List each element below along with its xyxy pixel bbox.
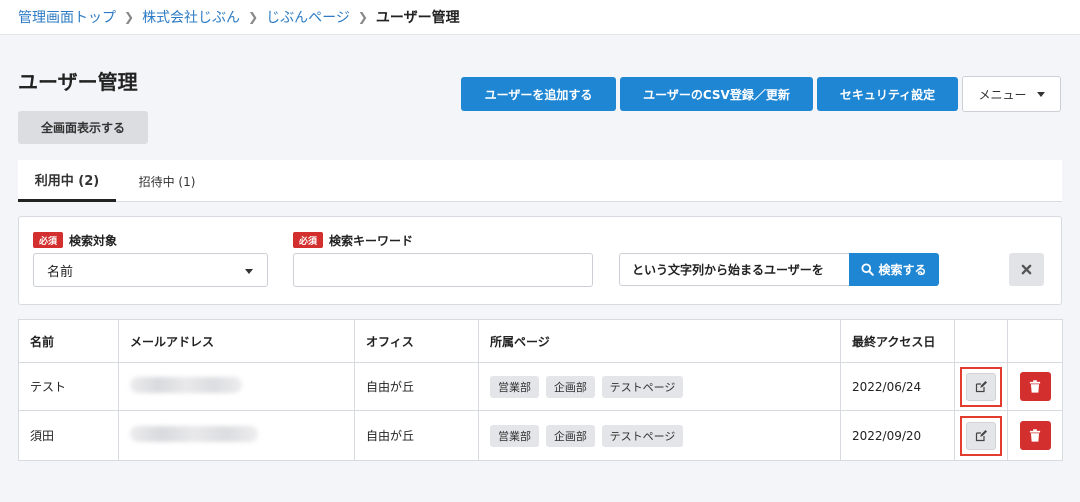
delete-cell	[1007, 410, 1063, 461]
clear-search-button[interactable]	[1009, 253, 1044, 286]
trash-icon	[1029, 380, 1041, 393]
blurred-email	[130, 426, 258, 442]
edit-highlight	[960, 415, 1002, 456]
edit-icon	[975, 380, 987, 392]
edit-highlight	[960, 366, 1002, 407]
table-header-row: 名前 メールアドレス オフィス 所属ページ 最終アクセス日	[18, 319, 1063, 363]
fullscreen-button[interactable]: 全画面表示する	[18, 111, 148, 144]
user-office-cell: 自由が丘	[354, 362, 479, 411]
chevron-right-icon: ❯	[357, 10, 368, 24]
page-tag[interactable]: テストページ	[601, 424, 684, 447]
edit-icon	[975, 429, 987, 441]
security-settings-button[interactable]: セキュリティ設定	[817, 77, 958, 111]
column-header-name: 名前	[18, 319, 119, 363]
caret-down-icon	[1036, 91, 1045, 97]
search-button-label: 検索する	[878, 263, 927, 277]
add-user-button[interactable]: ユーザーを追加する	[461, 77, 616, 111]
edit-cell	[954, 362, 1008, 411]
search-target-select[interactable]: 名前	[33, 253, 268, 287]
breadcrumb-item-admin-top[interactable]: 管理画面トップ	[18, 7, 116, 27]
close-icon	[1021, 264, 1032, 275]
edit-user-button[interactable]	[966, 372, 996, 401]
tab-active-users[interactable]: 利用中 (2)	[18, 160, 116, 202]
delete-cell	[1007, 362, 1063, 411]
breadcrumb-current: ユーザー管理	[375, 10, 460, 26]
breadcrumb-item-company[interactable]: 株式会社じぶん	[142, 7, 240, 27]
csv-import-button[interactable]: ユーザーのCSV登録／更新	[620, 77, 813, 111]
user-office-cell: 自由が丘	[354, 410, 479, 461]
table-row: テスト 自由が丘 営業部 企画部 テストページ 2022/06/24	[18, 362, 1063, 411]
user-name-cell: テスト	[18, 362, 119, 411]
chevron-right-icon: ❯	[124, 10, 135, 24]
table-row: 須田 自由が丘 営業部 企画部 テストページ 2022/09/20	[18, 410, 1063, 461]
column-header-last-access: 最終アクセス日	[840, 319, 955, 363]
caret-down-icon	[245, 269, 253, 274]
search-keyword-input[interactable]	[293, 253, 593, 287]
user-pages-cell: 営業部 企画部 テストページ	[478, 362, 841, 411]
column-header-email: メールアドレス	[118, 319, 355, 363]
delete-user-button[interactable]	[1019, 421, 1051, 450]
tab-invited-users[interactable]: 招待中 (1)	[122, 160, 212, 202]
search-keyword-label: 検索キーワード	[329, 234, 414, 248]
column-header-pages: 所属ページ	[478, 319, 841, 363]
menu-label: メニュー	[978, 87, 1027, 102]
user-last-access-cell: 2022/06/24	[840, 362, 955, 411]
page-tag[interactable]: 営業部	[490, 424, 539, 447]
page-title: ユーザー管理	[18, 70, 138, 94]
column-header-office: オフィス	[354, 319, 479, 363]
column-header-delete	[1007, 319, 1063, 363]
delete-user-button[interactable]	[1019, 372, 1051, 401]
menu-dropdown-button[interactable]: メニュー	[962, 76, 1061, 112]
user-email-cell	[118, 410, 355, 461]
required-badge: 必須	[293, 232, 323, 248]
user-last-access-cell: 2022/09/20	[840, 410, 955, 461]
user-pages-cell: 営業部 企画部 テストページ	[478, 410, 841, 461]
search-panel: 必須 検索対象 名前 必須 検索キーワード という文字列から始まるユーザーを 検…	[18, 216, 1062, 305]
chevron-right-icon: ❯	[248, 10, 259, 24]
search-target-label: 検索対象	[69, 234, 118, 248]
match-mode-label: という文字列から始まるユーザーを	[619, 253, 851, 286]
search-icon	[861, 263, 875, 276]
tab-bar: 利用中 (2) 招待中 (1)	[18, 160, 1062, 202]
page-tag[interactable]: 企画部	[545, 375, 595, 398]
search-button[interactable]: 検索する	[849, 253, 939, 286]
edit-cell	[954, 410, 1008, 461]
users-table: 名前 メールアドレス オフィス 所属ページ 最終アクセス日 テスト 自由が丘 営…	[18, 319, 1063, 461]
page-tag[interactable]: 企画部	[545, 424, 595, 447]
required-badge: 必須	[33, 232, 63, 248]
search-target-value: 名前	[47, 264, 74, 280]
blurred-email	[130, 377, 242, 393]
page-tag[interactable]: テストページ	[601, 375, 684, 398]
breadcrumb-item-page[interactable]: じぶんページ	[266, 7, 350, 27]
page-tag[interactable]: 営業部	[490, 375, 539, 398]
breadcrumb: 管理画面トップ ❯ 株式会社じぶん ❯ じぶんページ ❯ ユーザー管理	[0, 0, 1080, 35]
trash-icon	[1029, 429, 1041, 442]
edit-user-button[interactable]	[966, 421, 996, 450]
user-name-cell: 須田	[18, 410, 119, 461]
user-email-cell	[118, 362, 355, 411]
column-header-edit	[954, 319, 1008, 363]
